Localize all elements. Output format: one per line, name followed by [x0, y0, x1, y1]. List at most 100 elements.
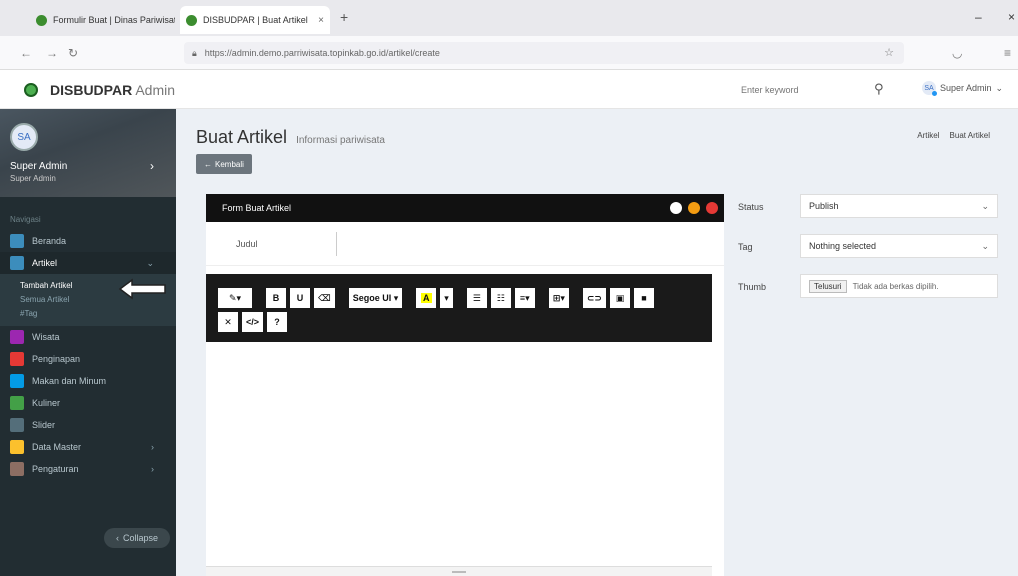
sub-item-tag[interactable]: #Tag [0, 306, 176, 320]
close-tab-icon[interactable]: × [318, 15, 324, 26]
pointer-arrow-icon [118, 278, 166, 300]
favicon-icon [186, 14, 197, 26]
sidebar-item-penginapan[interactable]: Penginapan [0, 348, 176, 370]
bold-button[interactable]: B [266, 288, 286, 308]
page-title-text: Buat Artikel [196, 127, 288, 147]
close-window-button[interactable]: × [1008, 10, 1015, 24]
user-panel[interactable]: SA Super Admin Super Admin › [0, 109, 176, 197]
sidebar-item-label: Artikel [32, 258, 58, 268]
sidebar-item-label: Data Master [32, 442, 82, 452]
panel-controls [670, 202, 718, 214]
underline-button[interactable]: U [290, 288, 310, 308]
thumb-row: Thumb Telusuri Tidak ada berkas dipilih. [736, 274, 1006, 314]
sidebar-item-data-master[interactable]: Data Master › [0, 436, 176, 458]
tag-select[interactable]: Nothing selected ⌄ [800, 234, 998, 258]
monitor-icon [10, 234, 24, 248]
browse-button[interactable]: Telusuri [809, 279, 847, 293]
editor-resize-handle[interactable] [206, 566, 712, 576]
table-icon[interactable]: ⊞▾ [548, 288, 569, 308]
back-arrow-icon[interactable]: ← [20, 46, 32, 60]
minimize-button[interactable]: – [975, 10, 982, 24]
bed-icon [10, 352, 24, 366]
collapse-button[interactable]: ‹ Collapse [104, 528, 170, 548]
back-button[interactable]: ← Kembali [196, 154, 252, 174]
menu-hamburger-icon[interactable]: ≡ [1004, 46, 1011, 60]
gear-icon [10, 462, 24, 476]
avatar: SA [10, 123, 38, 151]
magic-wand-icon[interactable]: ✎▾ [218, 288, 252, 308]
sidebar-item-artikel[interactable]: Artikel ⌄ [0, 252, 176, 274]
sidebar-item-kuliner[interactable]: Kuliner [0, 392, 176, 414]
sidebar-item-label: Slider [32, 420, 56, 430]
video-icon[interactable]: ■ [633, 288, 654, 308]
forward-arrow-icon[interactable]: → [46, 46, 58, 60]
fullscreen-icon[interactable]: ✕ [218, 312, 238, 332]
chevron-right-icon: › [151, 464, 154, 474]
align-icon[interactable]: ≡▾ [514, 288, 535, 308]
close-icon[interactable] [706, 202, 718, 214]
side-form: Status Publish ⌄ Tag Nothing selected ⌄ … [736, 194, 1006, 314]
settings-icon[interactable] [670, 202, 682, 214]
sidebar-user-name: Super Admin [10, 161, 68, 172]
search-input[interactable] [735, 80, 895, 100]
thumb-file-input[interactable]: Telusuri Tidak ada berkas dipilih. [800, 274, 998, 298]
arrow-left-icon: ← [204, 159, 212, 169]
text-color-icon[interactable]: A [416, 288, 437, 308]
sidebar-item-label: Pengaturan [32, 464, 79, 474]
page-subtitle: Informasi pariwisata [296, 135, 385, 146]
editor-toolbar: ✎▾ B U ⌫ Segoe UI ▾ A ▾ ☰ ☷ ≡▾ ⊞▾ ⊂⊃ ▣ ■ [206, 274, 712, 342]
sidebar-item-label: Makan dan Minum [32, 376, 107, 386]
folder-icon [10, 440, 24, 454]
sidebar-item-makan-minum[interactable]: Makan dan Minum [0, 370, 176, 392]
link-icon[interactable]: ⊂⊃ [582, 288, 606, 308]
help-icon[interactable]: ? [267, 312, 288, 332]
sidebar-item-pengaturan[interactable]: Pengaturan › [0, 458, 176, 480]
brand-title[interactable]: DISBUDPAR Admin [50, 82, 175, 98]
user-menu[interactable]: SA Super Admin ⌄ [922, 81, 1003, 96]
image-icon[interactable]: ▣ [609, 288, 630, 308]
bookmark-star-icon[interactable]: ☆ [884, 46, 894, 59]
tag-value: Nothing selected [809, 241, 877, 251]
pocket-icon[interactable]: ◡ [952, 46, 962, 60]
judul-input[interactable] [336, 231, 724, 256]
main-content: Buat Artikel Informasi pariwisata Artike… [176, 109, 1018, 576]
browser-tab[interactable]: Formulir Buat | Dinas Pariwisata [30, 10, 175, 30]
browser-tab-bar: Formulir Buat | Dinas Pariwisata DISBUDP… [0, 0, 1018, 36]
brand-logo-icon [24, 83, 38, 97]
url-text: https://admin.demo.parriwisata.topinkab.… [204, 48, 440, 58]
food-icon [10, 396, 24, 410]
new-tab-icon[interactable]: + [340, 9, 348, 25]
browser-tab-active[interactable]: DISBUDPAR | Buat Artikel × [180, 6, 330, 34]
status-select[interactable]: Publish ⌄ [800, 194, 998, 218]
breadcrumb-item[interactable]: Artikel [917, 131, 939, 140]
minimize-icon[interactable] [688, 202, 700, 214]
image-icon [10, 418, 24, 432]
unordered-list-icon[interactable]: ☰ [466, 288, 487, 308]
tag-row: Tag Nothing selected ⌄ [736, 234, 1006, 274]
sidebar-item-slider[interactable]: Slider [0, 414, 176, 436]
lock-icon: 🔒︎ [192, 47, 197, 58]
status-value: Publish [809, 201, 839, 211]
ordered-list-icon[interactable]: ☷ [490, 288, 511, 308]
app-header: DISBUDPAR Admin ⚲ SA Super Admin ⌄ [0, 71, 1018, 109]
judul-row: Judul [206, 222, 724, 266]
browser-nav-bar: ← → ↻ 🔒︎ https://admin.demo.parriwisata.… [0, 36, 1018, 70]
chevron-down-icon: ⌄ [146, 257, 154, 268]
collapse-label: Collapse [122, 533, 159, 543]
brand-light: Admin [135, 82, 176, 98]
code-view-icon[interactable]: </> [242, 312, 264, 332]
address-bar[interactable]: 🔒︎ https://admin.demo.parriwisata.topink… [184, 42, 904, 64]
form-panel: Form Buat Artikel Judul ✎▾ B U ⌫ Segoe U… [206, 194, 724, 576]
eraser-icon[interactable]: ⌫ [314, 288, 335, 308]
font-family-select[interactable]: Segoe UI ▾ [348, 288, 403, 308]
breadcrumb: Artikel Buat Artikel [917, 131, 990, 140]
chevron-down-icon: ⌄ [981, 240, 989, 251]
sidebar-item-label: Kuliner [32, 398, 61, 408]
search-icon[interactable]: ⚲ [874, 81, 884, 97]
sidebar-item-wisata[interactable]: Wisata [0, 326, 176, 348]
color-dropdown-icon[interactable]: ▾ [440, 288, 453, 308]
reload-icon[interactable]: ↻ [68, 46, 78, 60]
thumb-label: Thumb [738, 282, 767, 292]
tab-title: Formulir Buat | Dinas Pariwisata [53, 15, 175, 25]
sidebar-item-beranda[interactable]: Beranda [0, 230, 176, 252]
